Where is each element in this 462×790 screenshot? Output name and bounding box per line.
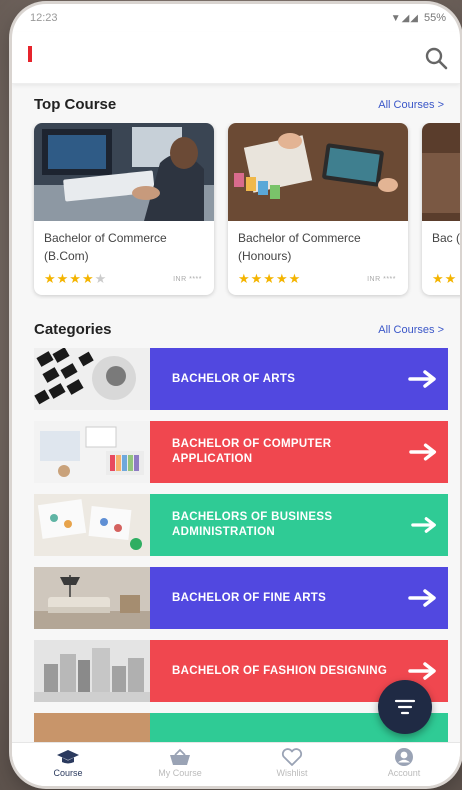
arrow-right-icon (411, 517, 436, 533)
account-icon (395, 748, 413, 766)
search-icon (425, 47, 448, 70)
arrow-right-icon (408, 443, 436, 461)
arrow-right-icon (408, 662, 436, 680)
nav-item-wishlist[interactable]: Wishlist (236, 743, 348, 786)
arrow-right-icon (408, 370, 436, 388)
course-name: Bachelor of Commerce (Honours) (238, 231, 361, 263)
filter-icon (394, 699, 416, 715)
nav-label: Wishlist (276, 768, 308, 778)
nav-label: Course (53, 768, 83, 778)
all-courses-link[interactable]: All Courses > (378, 99, 444, 111)
signal-icon: ▼◢◢ (390, 12, 419, 24)
status-bar: 12:23 ▼◢◢ 55% (12, 4, 460, 32)
category-item-arts[interactable]: BACHELOR OF ARTS (34, 348, 448, 410)
app-bar (12, 32, 460, 84)
graduation-cap-icon (57, 750, 79, 764)
category-band: BACHELOR OF ARTS (150, 348, 448, 410)
categories-header: Categories All Courses > (12, 299, 460, 348)
course-price: INR **** (173, 275, 202, 283)
category-label: BACHELORS OF BUSINESS ADMINISTRATION (172, 511, 333, 538)
course-card[interactable]: Bac (Ho ★★ (422, 123, 460, 295)
nav-label: My Course (158, 768, 202, 778)
top-course-header: Top Course All Courses > (12, 84, 460, 123)
phone-frame: 12:23 ▼◢◢ 55% Top Course All Courses > B… (12, 4, 460, 786)
category-image (34, 421, 150, 483)
course-card[interactable]: Bachelor of Commerce (Honours) ★★★★★ INR… (228, 123, 408, 295)
nav-label: Account (387, 768, 421, 778)
nav-item-course[interactable]: Course (12, 743, 124, 786)
rating-stars: ★★ (432, 271, 458, 286)
category-image (34, 494, 150, 556)
section-title-top-course: Top Course (34, 96, 117, 113)
rating-stars: ★★★★★ (238, 271, 302, 286)
bottom-navigation: Course My Course Wishlist Account (12, 742, 460, 786)
category-band: BACHELOR OF COMPUTER APPLICATION (150, 421, 448, 483)
rating-stars: ★★★★★ (44, 271, 108, 286)
category-band: BACHELORS OF BUSINESS ADMINISTRATION (150, 494, 448, 556)
nav-item-my-course[interactable]: My Course (124, 743, 236, 786)
category-label: BACHELOR OF FINE ARTS (172, 591, 327, 604)
course-card[interactable]: Bachelor of Commerce (B.Com) ★★★★★ INR *… (34, 123, 214, 295)
category-item-business-administration[interactable]: BACHELORS OF BUSINESS ADMINISTRATION (34, 494, 448, 556)
nav-item-account[interactable]: Account (348, 743, 460, 786)
category-label: BACHELOR OF COMPUTER APPLICATION (172, 438, 332, 465)
category-image (34, 713, 150, 744)
course-name: Bac (Ho (432, 231, 460, 245)
course-name: Bachelor of Commerce (B.Com) (44, 231, 167, 263)
section-title-categories: Categories (34, 321, 112, 338)
search-button[interactable] (422, 44, 450, 72)
category-label: BACHELOR OF ARTS (172, 372, 296, 385)
course-image (228, 123, 408, 221)
heart-icon (281, 748, 303, 766)
course-price: INR **** (367, 275, 396, 283)
arrow-right-icon (408, 589, 436, 607)
top-course-carousel[interactable]: Bachelor of Commerce (B.Com) ★★★★★ INR *… (12, 123, 460, 299)
basket-icon (170, 748, 190, 765)
category-image (34, 348, 150, 410)
status-time: 12:23 (30, 12, 58, 24)
filter-fab-button[interactable] (378, 680, 432, 734)
category-label: BACHELOR OF FASHION DESIGNING (172, 664, 388, 677)
battery-level: 55% (423, 12, 446, 24)
main-content: Top Course All Courses > Bachelor of Com… (12, 84, 460, 744)
category-image (34, 567, 150, 629)
category-item-computer-application[interactable]: BACHELOR OF COMPUTER APPLICATION (34, 421, 448, 483)
category-item-fine-arts[interactable]: BACHELOR OF FINE ARTS (34, 567, 448, 629)
brand-logo (28, 46, 32, 62)
course-image (34, 123, 214, 221)
category-band: BACHELOR OF FINE ARTS (150, 567, 448, 629)
all-courses-link[interactable]: All Courses > (378, 324, 444, 336)
category-image (34, 640, 150, 702)
course-image (422, 123, 460, 221)
